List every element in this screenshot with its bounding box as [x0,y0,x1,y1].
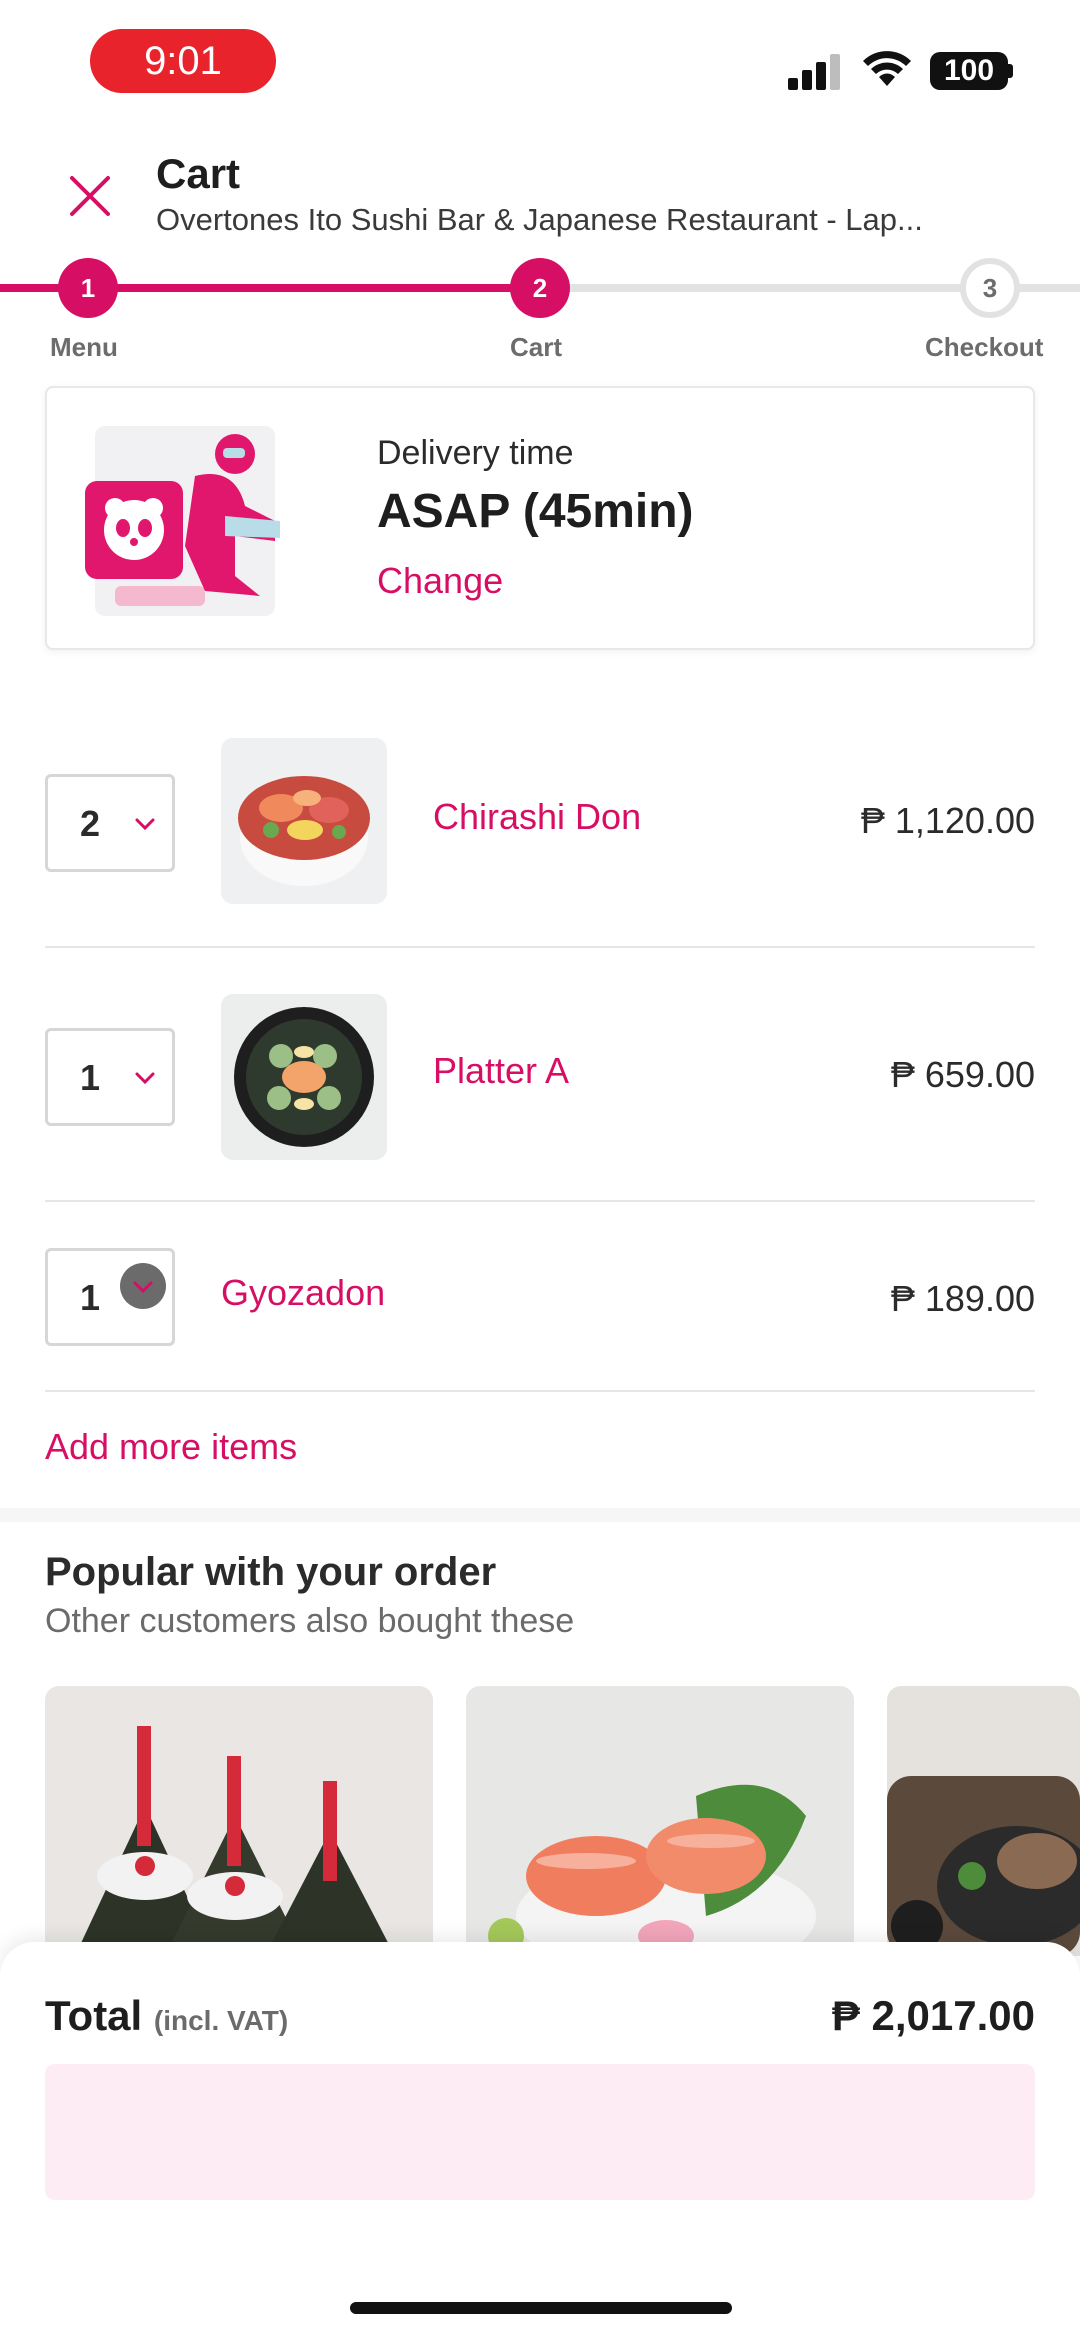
checkout-bottom-sheet: Total (incl. VAT) ₱ 2,017.00 [0,1942,1080,2336]
item-image [221,738,387,904]
cellular-signal-icon [788,50,844,90]
item-name[interactable]: Chirashi Don [433,796,641,838]
step-checkout-label: Checkout [925,332,1044,362]
step-menu-dot[interactable]: 1 [58,258,118,318]
total-label: Total (incl. VAT) [45,1992,288,2040]
change-delivery-time-link[interactable]: Change [377,560,503,602]
restaurant-name: Overtones Ito Sushi Bar & Japanese Resta… [156,202,923,237]
divider [45,1200,1035,1202]
section-separator [0,1508,1080,1522]
checkout-stepper: 1 2 3 Menu Cart Checkout [0,250,1080,370]
divider [45,946,1035,948]
review-payment-button[interactable] [45,2064,1035,2200]
delivery-time-label: Delivery time [377,434,574,472]
item-price: ₱ 659.00 [890,1054,1035,1095]
popular-item-card[interactable] [45,1686,433,1956]
divider [45,1390,1035,1392]
status-time: 9:01 [90,29,276,93]
cart-item: 2 Chirashi Don ₱ 1,120.00 [45,738,1035,908]
item-name[interactable]: Gyozadon [221,1272,385,1314]
delivery-time-card: Delivery time ASAP (45min) Change [45,386,1035,650]
total-label-text: Total [45,1992,143,2039]
chevron-down-icon [135,818,155,831]
step-checkout-dot: 3 [960,258,1020,318]
wifi-icon [863,51,911,86]
popular-item-card[interactable] [466,1686,854,1956]
popular-section-subtitle: Other customers also bought these [45,1602,575,1640]
cart-item: 1 Gyozadon ₱ 189.00 [45,1248,1035,1348]
home-indicator[interactable] [350,2302,732,2314]
step-cart-label: Cart [510,332,563,362]
chevron-down-icon [135,1072,155,1085]
popular-item-card[interactable] [887,1686,1080,1956]
status-bar: 9:01 100 [0,0,1080,130]
close-icon[interactable] [62,168,118,224]
quantity-selector[interactable]: 2 [45,774,175,872]
delivery-time-value: ASAP (45min) [377,485,694,538]
battery-icon: 100 [930,52,1008,90]
battery-tip [1008,64,1013,78]
item-price: ₱ 1,120.00 [860,800,1035,841]
quantity-value: 1 [80,1277,101,1318]
quantity-value: 2 [80,803,101,844]
step-menu-label[interactable]: Menu [50,332,118,363]
chevron-down-icon [120,1263,166,1309]
step-cart-dot: 2 [510,258,570,318]
popular-section-title: Popular with your order [45,1550,497,1594]
total-value: ₱ 2,017.00 [831,1992,1035,2039]
total-vat-note: (incl. VAT) [153,2005,289,2036]
item-image [221,994,387,1160]
quantity-selector[interactable]: 1 [45,1028,175,1126]
page-title: Cart [156,150,241,197]
delivery-rider-illustration [85,426,280,616]
item-price: ₱ 189.00 [890,1278,1035,1319]
cart-item: 1 Platter A ₱ 659.00 [45,994,1035,1164]
quantity-selector[interactable]: 1 [45,1248,175,1346]
quantity-value: 1 [80,1057,101,1098]
add-more-items-link[interactable]: Add more items [45,1426,297,1468]
item-name[interactable]: Platter A [433,1050,569,1092]
